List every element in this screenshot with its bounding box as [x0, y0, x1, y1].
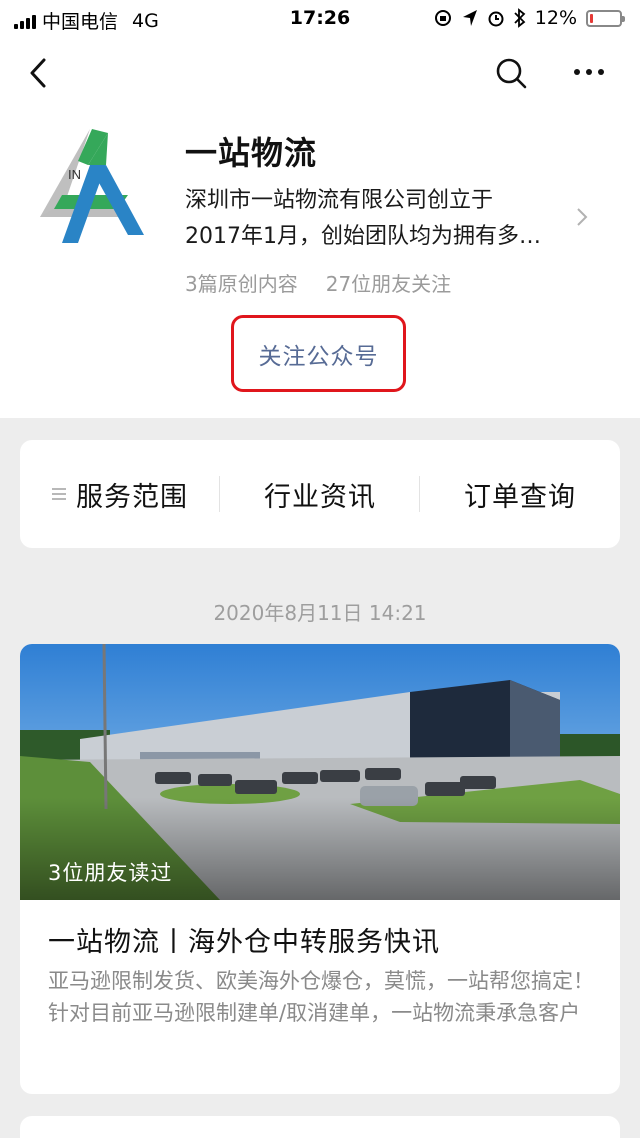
status-bar: 中国电信 4G 17:26 12% — [0, 0, 640, 40]
menu-item-order-lookup[interactable]: 订单查询 — [420, 440, 620, 548]
back-icon[interactable] — [24, 56, 54, 90]
next-article-card[interactable] — [20, 1116, 620, 1138]
account-description[interactable]: 深圳市一站物流有限公司创立于 2017年1月，创始团队均为拥有多… — [185, 183, 577, 255]
menu-item-industry-news[interactable]: 行业资讯 — [220, 440, 420, 548]
more-icon[interactable] — [574, 66, 610, 78]
article-title[interactable]: 一站物流丨海外仓中转服务快讯 — [48, 920, 440, 959]
orientation-lock-icon — [434, 10, 451, 26]
friends-following-count: 27位朋友关注 — [325, 272, 452, 296]
description-line-2: 2017年1月，创始团队均为拥有多… — [185, 224, 541, 249]
logo-text: IN — [68, 167, 81, 182]
location-icon — [462, 10, 477, 26]
menu-item-label: 行业资讯 — [264, 481, 376, 513]
menu-item-label: 订单查询 — [464, 481, 576, 513]
original-content-count: 3篇原创内容 — [185, 272, 298, 296]
article-digest: 亚马逊限制发货、欧美海外仓爆仓，莫慌，一站帮您搞定！ 针对目前亚马逊限制建单/取… — [48, 969, 594, 1025]
search-icon[interactable] — [494, 56, 528, 90]
alarm-icon — [488, 11, 504, 27]
chevron-right-icon[interactable] — [574, 205, 590, 229]
battery-fill — [590, 13, 593, 23]
description-line-1: 深圳市一站物流有限公司创立于 — [185, 188, 494, 213]
menu-list-icon — [52, 488, 66, 500]
follow-account-button[interactable]: 关注公众号 — [231, 315, 406, 392]
menu-item-label: 服务范围 — [76, 481, 188, 513]
bluetooth-icon — [514, 8, 526, 28]
post-date: 2020年8月11日 14:21 — [213, 601, 427, 625]
account-menu: 服务范围 行业资讯 订单查询 — [20, 440, 620, 548]
account-logo[interactable]: IN — [32, 125, 150, 245]
account-stats: 3篇原创内容 27位朋友关注 — [185, 268, 451, 297]
article-card[interactable]: 3位朋友读过 一站物流丨海外仓中转服务快讯 亚马逊限制发货、欧美海外仓爆仓，莫慌… — [20, 644, 620, 1094]
status-right: 12% — [433, 7, 625, 29]
battery-percent: 12% — [534, 7, 577, 29]
menu-item-service-scope[interactable]: 服务范围 — [20, 440, 220, 548]
account-name: 一站物流 — [185, 134, 318, 172]
friends-read-count: 3位朋友读过 — [48, 861, 173, 885]
battery-icon — [586, 9, 625, 27]
